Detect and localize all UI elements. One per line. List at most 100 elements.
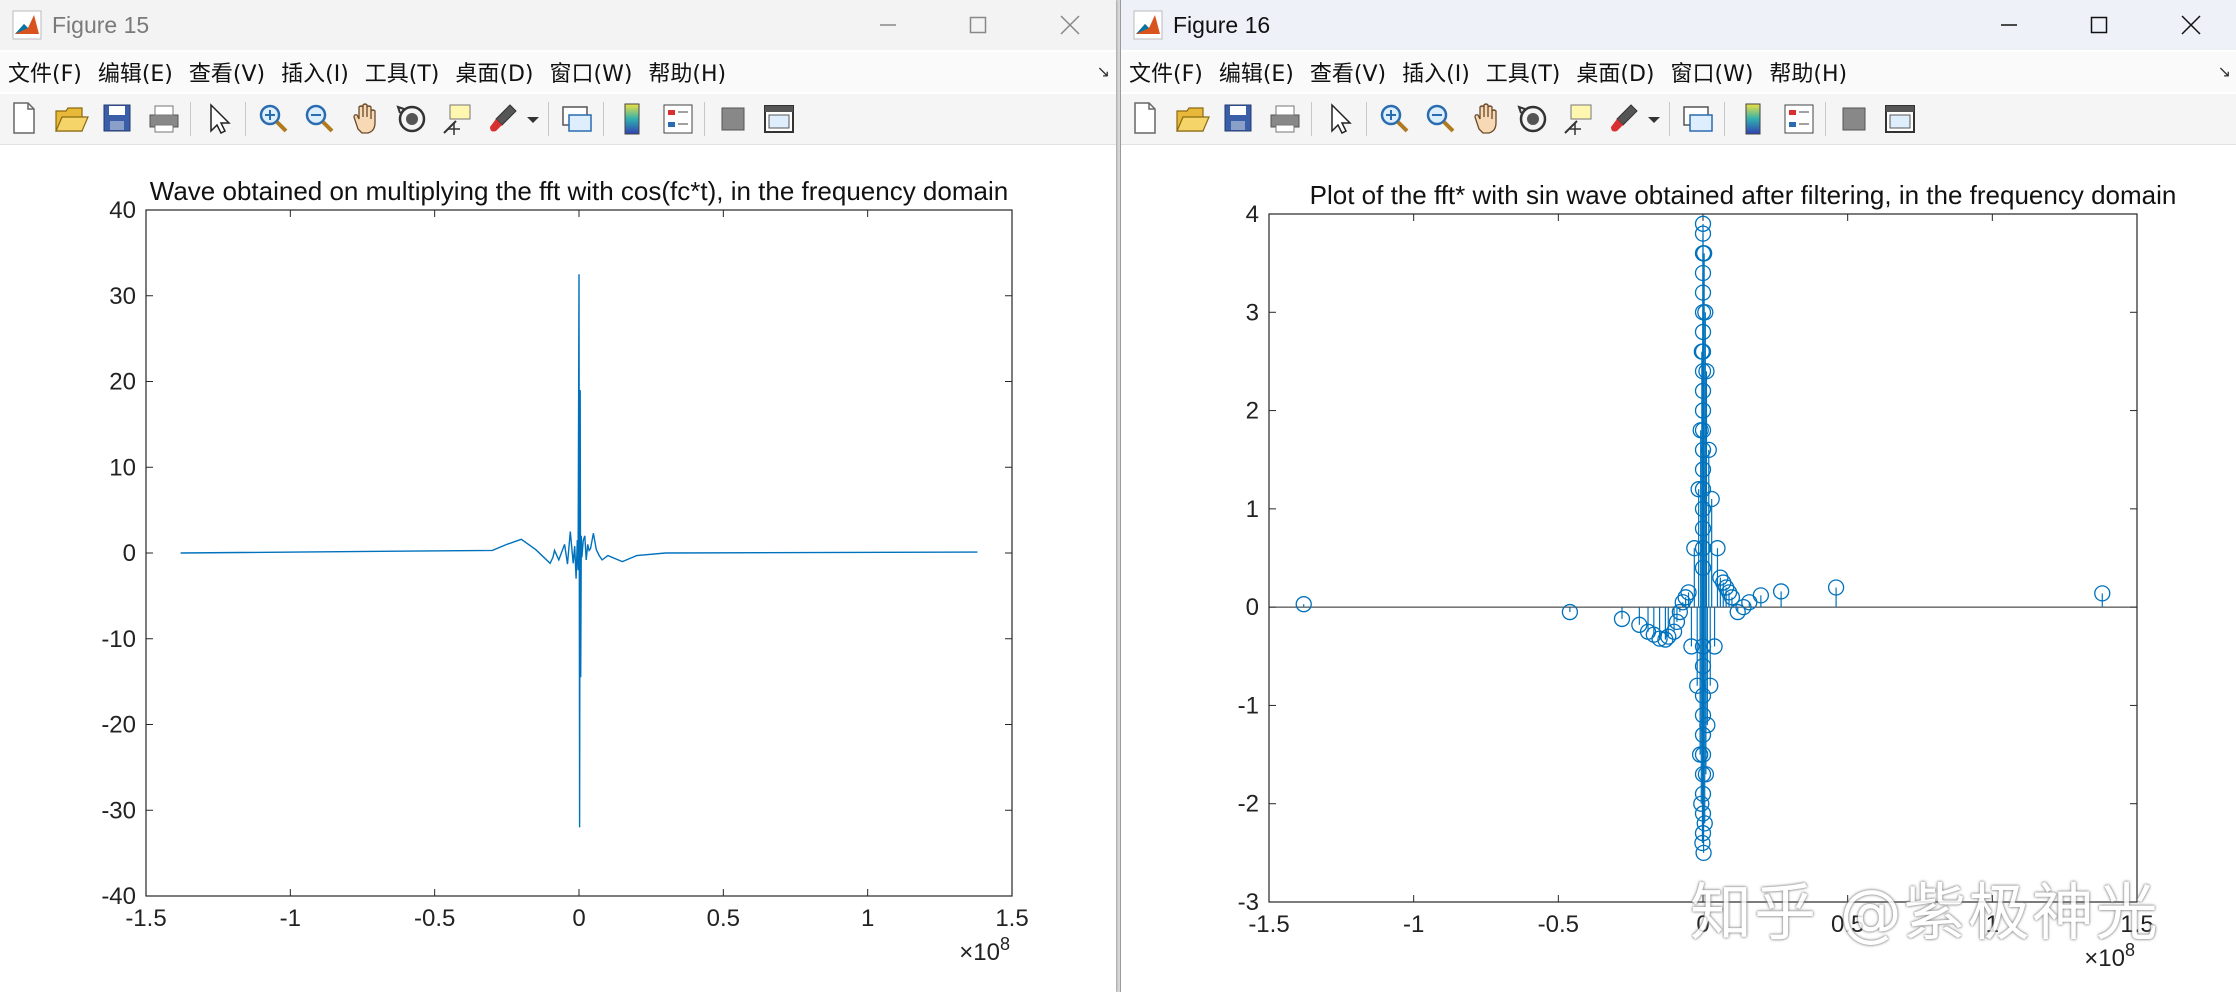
brush-button[interactable] [1605,99,1645,139]
print-button[interactable] [144,99,184,139]
menu-edit[interactable]: 编辑(E) [98,56,173,88]
toolbar-separator [704,102,705,136]
brush-button[interactable] [484,99,524,139]
title-bar[interactable]: Figure 16 [1121,0,2236,50]
zoom-in-button[interactable] [254,99,294,139]
legend-icon [663,104,693,134]
link-plot-button[interactable] [557,99,597,139]
menu-insert[interactable]: 插入(I) [1402,56,1470,88]
hide-plot-tools-button[interactable] [713,99,753,139]
figure-toolbar [1121,94,2236,145]
y-tick-label: 2 [1246,398,1259,425]
minimize-icon [2001,24,2017,26]
new-file-button[interactable] [6,99,46,139]
y-tick-label: 20 [109,369,136,396]
show-plot-tools-button[interactable] [1880,99,1920,139]
pan-hand-icon [353,103,376,134]
title-bar[interactable]: Figure 15 [0,0,1116,50]
colorbar-button[interactable] [1733,99,1773,139]
pointer-icon [1331,103,1352,135]
menu-file[interactable]: 文件(F) [8,56,82,88]
minimize-button[interactable] [1963,0,2055,50]
maximize-icon [2090,16,2108,34]
figure-15-window: Figure 15 文件(F) 编辑(E) 查看(V) 插入(I) 工具(T) … [0,0,1116,992]
menu-view[interactable]: 查看(V) [1310,56,1386,88]
rotate-3d-button[interactable] [392,99,432,139]
menu-window[interactable]: 窗口(W) [1671,56,1754,88]
y-tick-label: -40 [101,883,136,910]
open-file-button[interactable] [1173,99,1213,139]
open-file-button[interactable] [52,99,92,139]
y-tick-label: 3 [1246,299,1259,326]
zoom-out-button[interactable] [300,99,340,139]
link-plot-icon [1683,106,1713,132]
brush-icon [490,104,517,132]
legend-button[interactable] [1779,99,1819,139]
brush-dropdown-button[interactable] [524,99,542,139]
save-button[interactable] [98,99,138,139]
print-button[interactable] [1265,99,1305,139]
zoom-out-button[interactable] [1421,99,1461,139]
pan-hand-button[interactable] [346,99,386,139]
pointer-button[interactable] [1320,99,1360,139]
open-file-icon [55,107,89,132]
menu-window[interactable]: 窗口(W) [550,56,633,88]
toolbar-separator [245,102,246,136]
data-cursor-button[interactable] [1559,99,1599,139]
colorbar-button[interactable] [612,99,652,139]
maximize-button[interactable] [932,0,1024,50]
menu-insert[interactable]: 插入(I) [281,56,349,88]
save-icon [103,104,131,132]
show-plot-tools-button[interactable] [759,99,799,139]
data-cursor-button[interactable] [438,99,478,139]
y-tick-label: 0 [123,540,136,567]
pointer-button[interactable] [199,99,239,139]
x-tick-label: -0.5 [1538,911,1579,938]
menu-help[interactable]: 帮助(H) [648,56,726,88]
new-file-button[interactable] [1127,99,1167,139]
hide-plot-tools-button[interactable] [1834,99,1874,139]
menu-tools[interactable]: 工具(T) [1486,56,1561,88]
y-tick-label: 4 [1246,201,1259,228]
maximize-icon [969,16,987,34]
menu-desktop[interactable]: 桌面(D) [1576,56,1654,88]
colorbar-icon [624,103,640,135]
link-plot-icon [562,106,592,132]
legend-button[interactable] [658,99,698,139]
maximize-button[interactable] [2053,0,2145,50]
y-tick-label: 10 [109,454,136,481]
plot-title: Plot of the fft* with sin wave obtained … [1310,180,2177,210]
y-tick-label: 40 [109,197,136,224]
zoom-in-icon [1380,104,1409,133]
pan-hand-button[interactable] [1467,99,1507,139]
close-button[interactable] [2145,0,2236,50]
close-button[interactable] [1024,0,1116,50]
minimize-button[interactable] [842,0,934,50]
y-tick-label: -3 [1238,889,1259,916]
print-icon [1270,105,1300,133]
brush-dropdown-icon [527,117,539,123]
link-plot-button[interactable] [1678,99,1718,139]
menu-view[interactable]: 查看(V) [189,56,265,88]
zoom-in-button[interactable] [1375,99,1415,139]
menu-desktop[interactable]: 桌面(D) [455,56,533,88]
menu-edit[interactable]: 编辑(E) [1219,56,1294,88]
x-tick-label: -0.5 [414,905,455,932]
x-tick-label: 0 [572,905,585,932]
data-cursor-icon [443,104,471,135]
brush-dropdown-button[interactable] [1645,99,1663,139]
figure-15-axes[interactable]: Wave obtained on multiplying the fft wit… [0,146,1116,992]
menu-tools[interactable]: 工具(T) [365,56,440,88]
save-button[interactable] [1219,99,1259,139]
x-tick-label: 1 [861,905,874,932]
figure-toolbar [0,94,1116,145]
x-tick-label: -1 [1403,911,1424,938]
menu-help[interactable]: 帮助(H) [1769,56,1847,88]
pan-hand-icon [1474,103,1497,134]
rotate-3d-button[interactable] [1513,99,1553,139]
dock-arrow-icon[interactable]: ↘ [1097,62,1110,81]
toolbar-separator [1366,102,1367,136]
dock-arrow-icon[interactable]: ↘ [2218,62,2231,81]
menu-file[interactable]: 文件(F) [1129,56,1203,88]
rotate-3d-icon [1517,105,1547,133]
